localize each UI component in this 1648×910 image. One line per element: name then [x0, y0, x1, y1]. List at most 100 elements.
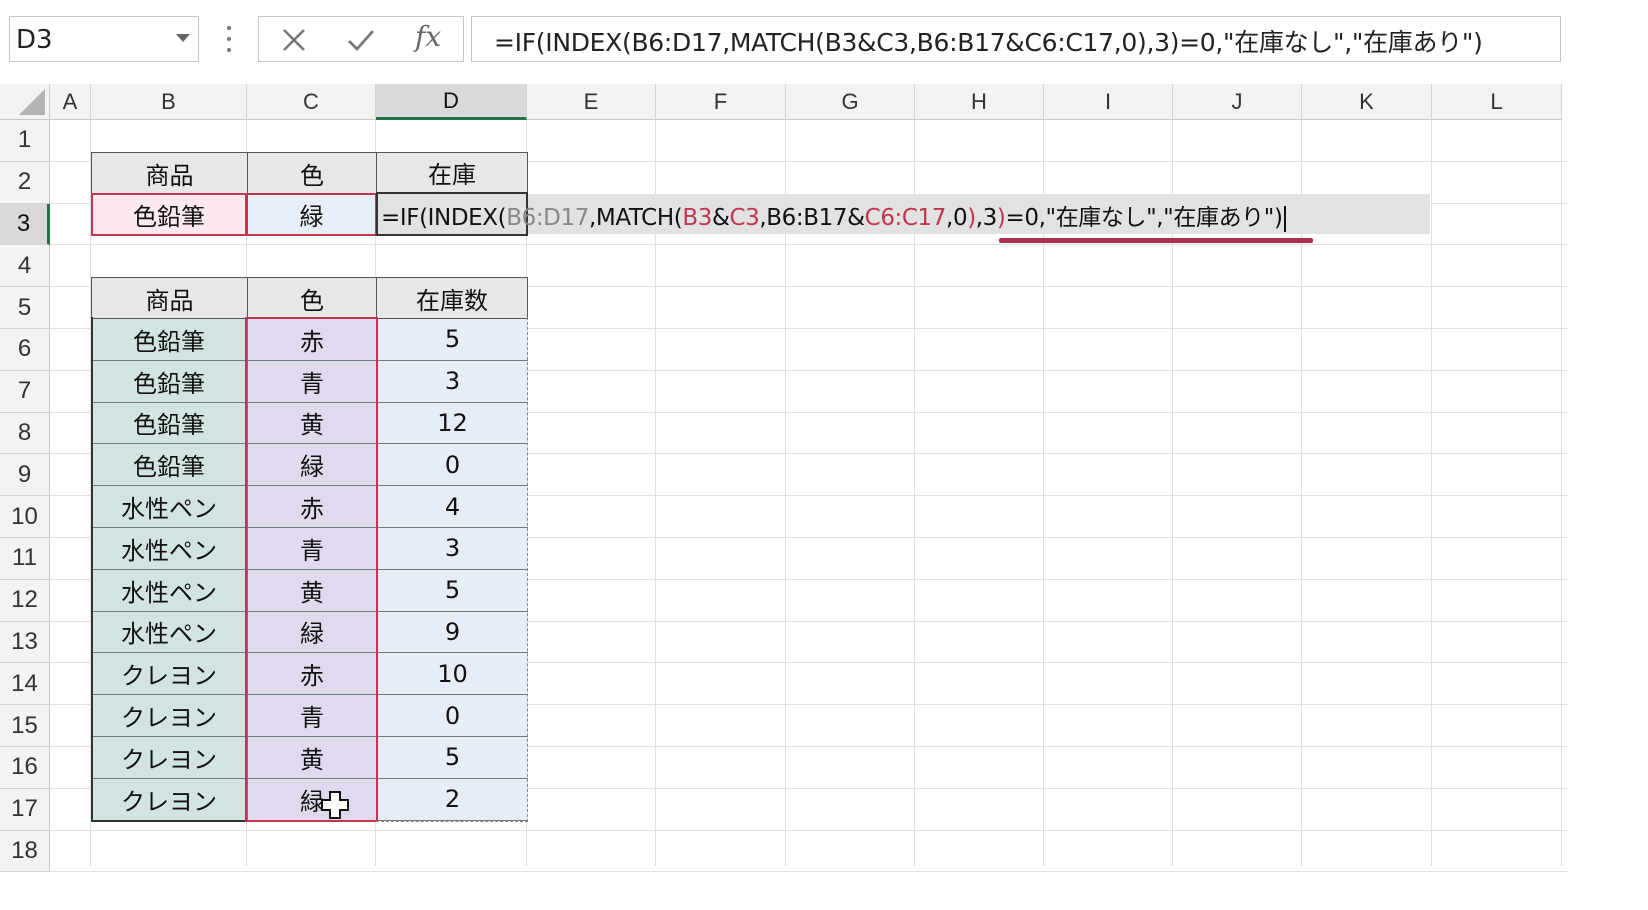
row-header-17[interactable]: 17 [0, 788, 50, 831]
product-cell[interactable]: 水性ペン [91, 611, 247, 654]
stock-cell[interactable]: 9 [376, 611, 528, 654]
column-header-k[interactable]: K [1302, 84, 1432, 120]
column-header-h[interactable]: H [915, 84, 1044, 120]
stock-cell[interactable]: 0 [376, 695, 528, 737]
row-header-10[interactable]: 10 [0, 496, 50, 538]
formula-bar: D3 fx =IF(INDEX(B6:D17,MATCH(B3&C3,B6:B1… [0, 0, 1568, 84]
gridline-vertical [1431, 120, 1432, 866]
spreadsheet-grid: ABCDEFGHIJKL 1 2 3 4 5 6 7 8 9 10 11 12 13 14 15 16 17 18… [0, 84, 1568, 873]
formula-part: ,MATCH( [588, 205, 683, 231]
product-cell[interactable]: クレヨン [91, 737, 247, 779]
stock-cell[interactable]: 5 [376, 737, 528, 779]
close-x-icon[interactable] [281, 27, 307, 53]
product-cell[interactable]: クレヨン [91, 653, 247, 696]
column-header-a[interactable]: A [50, 84, 91, 120]
gridline-horizontal [50, 244, 1568, 246]
product-cell[interactable]: 水性ペン [91, 486, 247, 528]
table-header-stock[interactable]: 在庫数 [376, 277, 528, 319]
more-options-icon[interactable] [224, 26, 234, 52]
row-header-14[interactable]: 14 [0, 663, 50, 706]
text-caret [1283, 205, 1286, 232]
color-cell[interactable]: 緑 [247, 611, 376, 654]
product-cell[interactable]: クレヨン [91, 778, 247, 821]
stock-cell[interactable]: 5 [376, 319, 528, 361]
table-header-color[interactable]: 色 [247, 277, 377, 319]
product-cell[interactable]: 水性ペン [91, 528, 247, 570]
stock-cell[interactable]: 10 [376, 653, 528, 696]
lookup-header-color[interactable]: 色 [247, 152, 377, 194]
select-all-button[interactable] [0, 84, 50, 120]
color-cell[interactable]: 青 [247, 528, 376, 570]
product-cell[interactable]: 色鉛筆 [91, 444, 247, 487]
highlight-underline [999, 238, 1313, 243]
formula-ref-c3: C3 [729, 205, 760, 231]
color-cell[interactable]: 赤 [247, 653, 376, 696]
formula-part: ,B6:B17& [759, 205, 865, 231]
row-header-13[interactable]: 13 [0, 621, 50, 664]
product-cell[interactable]: 水性ペン [91, 569, 247, 612]
row-header-16[interactable]: 16 [0, 747, 50, 789]
product-cell[interactable]: 色鉛筆 [91, 360, 247, 403]
row-header-18[interactable]: 18 [0, 830, 50, 873]
stock-cell[interactable]: 12 [376, 402, 528, 445]
check-icon[interactable] [347, 27, 375, 53]
row-header-3[interactable]: 3 [0, 203, 50, 246]
column-header-d[interactable]: D [376, 84, 527, 120]
column-header-i[interactable]: I [1044, 84, 1173, 120]
stock-cell[interactable]: 5 [376, 569, 528, 612]
formula-paren: ) [967, 205, 976, 231]
stock-cell[interactable]: 4 [376, 486, 528, 528]
row-header-12[interactable]: 12 [0, 579, 50, 622]
column-header-j[interactable]: J [1173, 84, 1302, 120]
column-header-f[interactable]: F [656, 84, 786, 120]
color-cell[interactable]: 黄 [247, 569, 376, 612]
product-cell[interactable]: 色鉛筆 [91, 319, 247, 361]
color-cell[interactable]: 黄 [247, 402, 376, 445]
lookup-header-product[interactable]: 商品 [91, 152, 248, 194]
formula-part: ,3 [975, 205, 998, 231]
row-header-8[interactable]: 8 [0, 412, 50, 455]
color-cell[interactable]: 青 [247, 695, 376, 737]
color-cell[interactable]: 緑 [247, 778, 376, 821]
lookup-product-cell[interactable]: 色鉛筆 [91, 193, 247, 236]
chevron-down-icon[interactable] [176, 34, 190, 42]
row-header-15[interactable]: 15 [0, 705, 50, 747]
product-cell[interactable]: クレヨン [91, 695, 247, 737]
color-cell[interactable]: 青 [247, 360, 376, 403]
lookup-color-cell[interactable]: 緑 [246, 193, 377, 236]
insert-function-icon[interactable]: fx [415, 20, 441, 53]
row-header-2[interactable]: 2 [0, 161, 50, 204]
select-all-triangle-icon [19, 89, 45, 115]
row-header-5[interactable]: 5 [0, 287, 50, 329]
column-header-l[interactable]: L [1432, 84, 1562, 120]
column-header-e[interactable]: E [527, 84, 656, 120]
formula-part: & [711, 205, 730, 231]
stock-cell[interactable]: 0 [376, 444, 528, 487]
formula-text: =IF(INDEX(B6:D17,MATCH(B3&C3,B6:B17&C6:C… [494, 28, 1483, 57]
formula-ref-c-range: C6:C17 [864, 205, 947, 231]
color-cell[interactable]: 赤 [247, 486, 376, 528]
row-header-4[interactable]: 4 [0, 245, 50, 288]
formula-input[interactable]: =IF(INDEX(B6:D17,MATCH(B3&C3,B6:B17&C6:C… [471, 16, 1561, 62]
cell-select-cursor-icon [321, 791, 349, 819]
formula-buttons: fx [258, 16, 464, 62]
color-cell[interactable]: 赤 [247, 319, 376, 361]
column-header-g[interactable]: G [786, 84, 915, 120]
lookup-header-stock[interactable]: 在庫 [376, 152, 528, 194]
column-header-b[interactable]: B [91, 84, 247, 120]
row-header-6[interactable]: 6 [0, 329, 50, 371]
stock-cell[interactable]: 2 [376, 778, 528, 821]
row-header-9[interactable]: 9 [0, 454, 50, 497]
stock-cell[interactable]: 3 [376, 360, 528, 403]
stock-cell[interactable]: 3 [376, 528, 528, 570]
row-header-7[interactable]: 7 [0, 370, 50, 413]
column-header-c[interactable]: C [247, 84, 376, 120]
cell-formula-editor[interactable]: =IF(INDEX(B6:D17,MATCH(B3&C3,B6:B17&C6:C… [381, 198, 1286, 232]
color-cell[interactable]: 黄 [247, 737, 376, 779]
row-header-1[interactable]: 1 [0, 120, 50, 162]
name-box[interactable]: D3 [9, 16, 199, 62]
product-cell[interactable]: 色鉛筆 [91, 402, 247, 445]
table-header-product[interactable]: 商品 [91, 277, 248, 319]
row-header-11[interactable]: 11 [0, 538, 50, 580]
color-cell[interactable]: 緑 [247, 444, 376, 487]
